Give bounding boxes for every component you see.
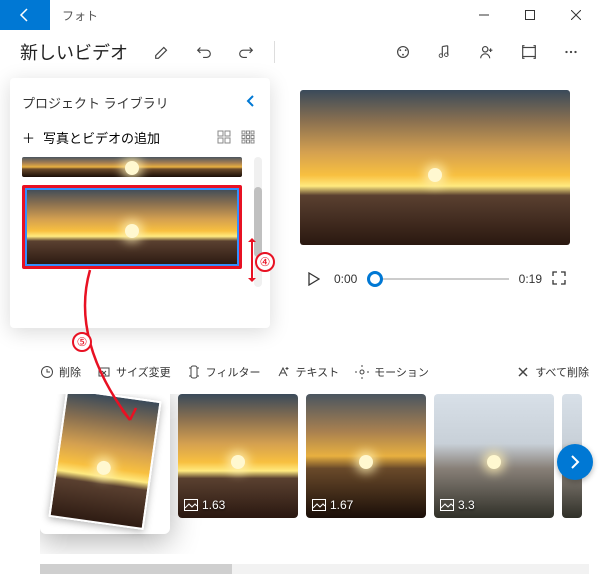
people-icon[interactable] xyxy=(469,34,505,70)
library-thumbnail[interactable] xyxy=(22,157,242,177)
aspect-icon[interactable] xyxy=(511,34,547,70)
annotation-arrow xyxy=(251,240,253,280)
maximize-button[interactable] xyxy=(507,0,553,30)
add-media-button[interactable]: ＋ 写真とビデオの追加 xyxy=(22,128,206,147)
player-controls: 0:00 0:19 xyxy=(300,269,570,289)
seek-slider[interactable] xyxy=(367,278,508,280)
current-time: 0:00 xyxy=(334,272,357,286)
edit-icon[interactable] xyxy=(144,34,180,70)
close-button[interactable] xyxy=(553,0,599,30)
storyboard-clip[interactable]: 3.3 xyxy=(434,394,554,518)
redo-icon[interactable] xyxy=(228,34,264,70)
preview-area: 0:00 0:19 xyxy=(300,90,570,289)
delete-all-button[interactable]: すべて削除 xyxy=(516,364,589,380)
grid-large-icon[interactable] xyxy=(214,127,234,147)
new-video-button[interactable]: 新しいビデオ xyxy=(10,35,138,69)
clip-duration: 1.63 xyxy=(202,498,225,512)
separator xyxy=(274,41,275,63)
undo-icon[interactable] xyxy=(186,34,222,70)
fullscreen-icon[interactable] xyxy=(552,271,566,288)
titlebar: フォト xyxy=(0,0,599,30)
storyboard-clip[interactable]: 1.67 xyxy=(306,394,426,518)
scroll-right-button[interactable] xyxy=(557,444,593,480)
play-button[interactable] xyxy=(304,269,324,289)
library-thumbnail-selected[interactable] xyxy=(22,185,242,269)
annotation-arrow xyxy=(40,270,210,440)
preview-image[interactable] xyxy=(300,90,570,245)
image-icon xyxy=(312,499,326,511)
image-icon xyxy=(184,499,198,511)
text-button[interactable]: テキスト xyxy=(276,364,339,380)
minimize-button[interactable] xyxy=(461,0,507,30)
seek-thumb[interactable] xyxy=(367,271,383,287)
image-icon xyxy=(440,499,454,511)
main-toolbar: 新しいビデオ xyxy=(0,30,599,74)
clip-duration: 3.3 xyxy=(458,498,475,512)
grid-small-icon[interactable] xyxy=(238,127,258,147)
library-scrollbar[interactable] xyxy=(254,157,262,287)
storyboard-scrollbar[interactable] xyxy=(40,564,589,574)
music-icon[interactable] xyxy=(427,34,463,70)
theme-icon[interactable] xyxy=(385,34,421,70)
motion-button[interactable]: モーション xyxy=(355,364,429,380)
library-title: プロジェクト ライブラリ xyxy=(22,93,169,112)
plus-icon: ＋ xyxy=(22,128,35,147)
clip-duration: 1.67 xyxy=(330,498,353,512)
duration-time: 0:19 xyxy=(519,272,542,286)
more-icon[interactable] xyxy=(553,34,589,70)
back-button[interactable] xyxy=(0,0,50,30)
collapse-chevron-icon[interactable] xyxy=(244,92,258,113)
add-media-label: 写真とビデオの追加 xyxy=(43,128,160,147)
app-title: フォト xyxy=(50,7,461,24)
